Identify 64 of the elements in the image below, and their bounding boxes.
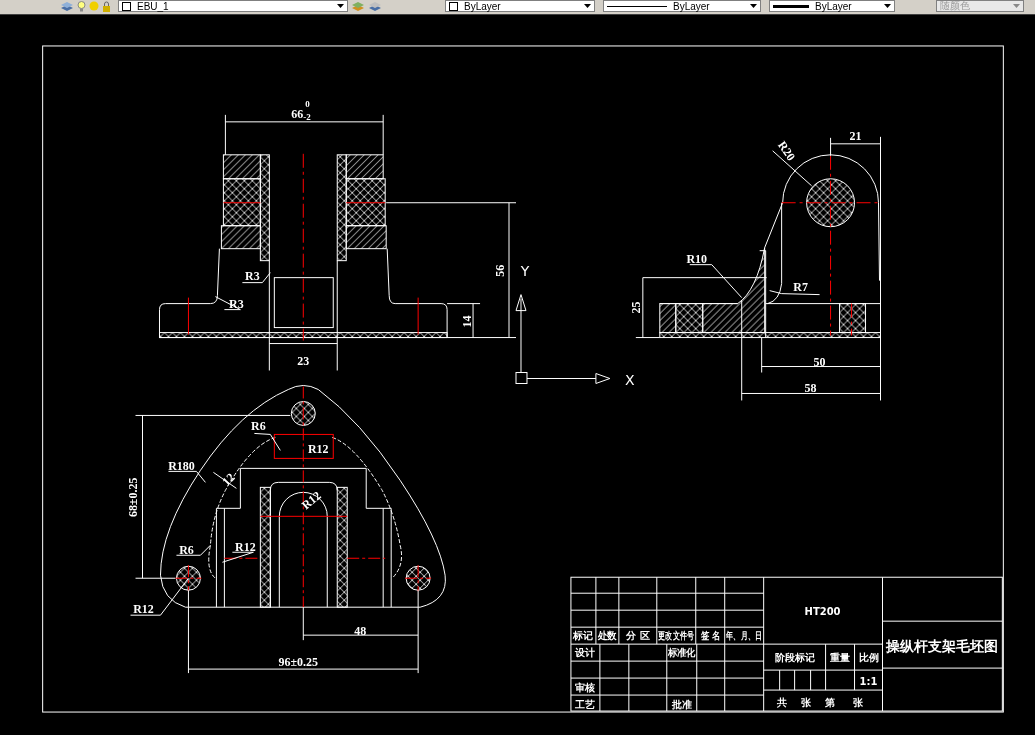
layer-dropdown[interactable]: EBU_1	[118, 0, 348, 13]
role-label: 批准	[671, 698, 692, 710]
dimension-label: 66	[291, 106, 304, 121]
role-label: 工艺	[574, 698, 595, 710]
caret-icon	[584, 4, 591, 9]
caret-icon	[1013, 4, 1020, 9]
dimension-label: 96±0.25	[278, 655, 319, 670]
bulb-icon[interactable]	[77, 1, 86, 12]
sheet-label: 张	[852, 696, 863, 708]
drawing-title: 操纵杆支架毛坯图	[886, 638, 999, 655]
dimension-label: 21	[849, 128, 862, 143]
dimension-label: R6	[251, 419, 266, 434]
lock-icon[interactable]	[102, 1, 111, 12]
sheet-label: 共	[776, 696, 787, 708]
dimension-label: R12	[133, 602, 154, 617]
column-header: 签 名	[700, 629, 720, 642]
tolerance-label: -2	[303, 111, 311, 122]
column-header: 阶段标记	[774, 651, 815, 663]
dimension-label: 50	[813, 354, 826, 369]
dimension-label: 56	[493, 264, 507, 277]
caret-icon	[884, 4, 891, 9]
layers-icon[interactable]	[351, 1, 365, 12]
axis-label: X	[625, 372, 635, 389]
dimension-label: R3	[229, 296, 244, 311]
column-header: 重量	[829, 651, 850, 663]
dimension-label: R180	[168, 459, 195, 474]
linetype-dropdown[interactable]: ByLayer	[603, 0, 761, 13]
dimension-label: 14	[460, 315, 475, 328]
column-header: 分 区	[626, 629, 650, 641]
dimension-label: R12	[307, 442, 329, 457]
dimension-label: 12	[219, 470, 238, 489]
ucs-axes-icon	[515, 294, 611, 384]
column-header: 标记	[573, 629, 594, 641]
column-header: 年、月、日	[725, 629, 763, 641]
axis-label: Y	[520, 262, 530, 279]
dimension-label: R7	[793, 279, 808, 294]
role-label: 审核	[574, 681, 595, 693]
sheet-label: 张	[800, 696, 811, 708]
dimension-label: 68±0.25	[125, 477, 140, 518]
sheet-label: 第	[824, 696, 835, 708]
role-label: 标准化	[667, 646, 698, 658]
scale-value: 1:1	[859, 675, 878, 687]
dimension-label: 48	[354, 624, 367, 639]
color-dropdown[interactable]: ByLayer	[445, 0, 595, 13]
column-header: 处数	[597, 629, 618, 641]
dimension-label: R10	[686, 251, 708, 266]
role-label: 设计	[574, 646, 595, 658]
layers-icon[interactable]	[368, 1, 382, 12]
caret-icon	[337, 4, 344, 9]
tolerance-label: 0	[305, 98, 310, 109]
dimension-label: R6	[179, 543, 194, 558]
dimension-label: R3	[245, 268, 260, 283]
dimension-label: 25	[628, 301, 643, 314]
dimension-label: 58	[804, 381, 817, 396]
dimension-label: 23	[297, 353, 310, 368]
layers-icon[interactable]	[60, 1, 74, 12]
column-header: 比例	[858, 651, 879, 663]
dimension-label: R12	[235, 540, 256, 555]
material-label: HT200	[804, 605, 841, 617]
dimension-label: R20	[775, 138, 799, 164]
column-header: 更改文件号	[658, 629, 695, 641]
dimension-label: R12	[298, 488, 324, 513]
lineweight-dropdown[interactable]: ByLayer	[769, 0, 895, 13]
caret-icon	[750, 4, 757, 9]
